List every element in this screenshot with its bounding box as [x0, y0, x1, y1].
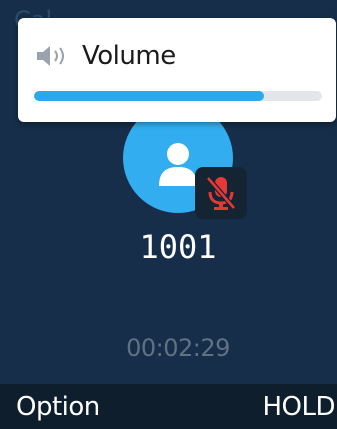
microphone-muted-icon [206, 176, 236, 210]
person-icon [159, 143, 197, 186]
call-duration: 00:02:29 [126, 334, 230, 362]
softkey-bar: Option HOLD [0, 384, 337, 429]
volume-label: Volume [82, 41, 176, 71]
volume-slider[interactable] [34, 91, 322, 101]
hold-softkey[interactable]: HOLD [262, 392, 335, 422]
volume-popup: Volume [18, 18, 336, 122]
volume-level-fill [34, 91, 265, 101]
mute-indicator [195, 167, 247, 219]
caller-number: 1001 [139, 228, 217, 266]
call-screen: Cal 1001 00:02:29 Volume [0, 0, 337, 429]
speaker-volume-icon [37, 46, 64, 66]
option-softkey[interactable]: Option [16, 392, 100, 422]
